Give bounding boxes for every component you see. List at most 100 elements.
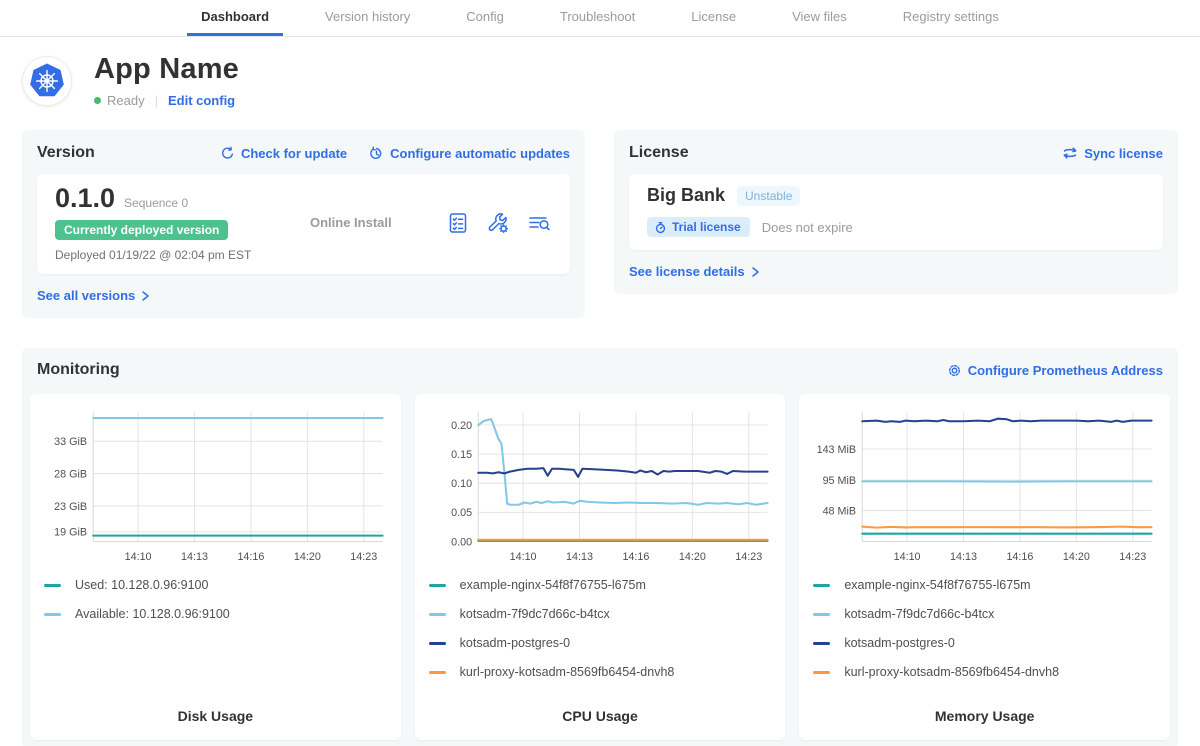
tab-registry-settings[interactable]: Registry settings: [889, 0, 1013, 36]
legend-label: kotsadm-postgres-0: [844, 636, 954, 650]
configure-automatic-updates-button[interactable]: Configure automatic updates: [369, 146, 570, 161]
tab-troubleshoot[interactable]: Troubleshoot: [546, 0, 649, 36]
svg-text:14:10: 14:10: [125, 551, 152, 563]
legend-swatch-icon: [813, 584, 830, 587]
kubernetes-icon: [27, 61, 67, 101]
tab-version-history[interactable]: Version history: [311, 0, 424, 36]
svg-text:0.20: 0.20: [451, 420, 472, 432]
cpu-usage-legend: example-nginx-54f8f76755-l675m kotsadm-7f…: [429, 578, 772, 694]
chart-title: CPU Usage: [429, 700, 772, 728]
legend-item: kotsadm-postgres-0: [813, 636, 1156, 650]
check-for-update-label: Check for update: [241, 146, 347, 161]
channel-badge: Unstable: [737, 186, 800, 206]
preflight-checks-icon[interactable]: [446, 211, 470, 235]
legend-swatch-icon: [813, 671, 830, 674]
monitoring-title: Monitoring: [37, 361, 120, 379]
svg-text:23 GiB: 23 GiB: [54, 501, 87, 513]
memory-usage-legend: example-nginx-54f8f76755-l675m kotsadm-7f…: [813, 578, 1156, 694]
divider: |: [155, 93, 158, 108]
legend-label: example-nginx-54f8f76755-l675m: [460, 578, 646, 592]
legend-swatch-icon: [813, 642, 830, 645]
currently-deployed-badge: Currently deployed version: [55, 220, 228, 240]
legend-item: example-nginx-54f8f76755-l675m: [429, 578, 772, 592]
legend-item: Used: 10.128.0.96:9100: [44, 578, 387, 592]
legend-swatch-icon: [44, 584, 61, 587]
sync-license-button[interactable]: Sync license: [1062, 146, 1163, 161]
configure-prometheus-label: Configure Prometheus Address: [968, 363, 1163, 378]
svg-text:0.05: 0.05: [451, 507, 472, 519]
license-card: License Sync license Big Bank Unstable: [614, 130, 1178, 294]
sequence-label: Sequence 0: [124, 196, 188, 210]
sync-icon: [1062, 146, 1078, 160]
edit-config-link[interactable]: Edit config: [168, 93, 235, 108]
app-logo: [22, 56, 72, 106]
legend-label: kotsadm-7f9dc7d66c-b4tcx: [844, 607, 994, 621]
version-card: Version Check for update: [22, 130, 585, 318]
status-ready-dot-icon: [94, 97, 101, 104]
license-summary-row: Big Bank Unstable Trial license Does not…: [629, 174, 1163, 250]
disk-usage-chart: 19 GiB23 GiB28 GiB33 GiB14:1014:1314:161…: [44, 404, 387, 566]
see-license-details-label: See license details: [629, 264, 745, 279]
svg-text:14:16: 14:16: [1007, 551, 1034, 563]
legend-label: Used: 10.128.0.96:9100: [75, 578, 208, 592]
legend-item: Available: 10.128.0.96:9100: [44, 607, 387, 621]
svg-text:33 GiB: 33 GiB: [54, 436, 87, 448]
deploy-logs-icon[interactable]: [526, 211, 552, 235]
legend-swatch-icon: [429, 671, 446, 674]
legend-item: kotsadm-7f9dc7d66c-b4tcx: [813, 607, 1156, 621]
svg-text:95 MiB: 95 MiB: [823, 475, 857, 487]
tab-config[interactable]: Config: [452, 0, 518, 36]
legend-label: kotsadm-7f9dc7d66c-b4tcx: [460, 607, 610, 621]
top-nav: Dashboard Version history Config Trouble…: [0, 0, 1200, 37]
svg-text:0.15: 0.15: [451, 449, 472, 461]
svg-text:48 MiB: 48 MiB: [823, 505, 857, 517]
legend-swatch-icon: [429, 584, 446, 587]
version-number: 0.1.0: [55, 183, 115, 214]
svg-text:0.10: 0.10: [451, 478, 472, 490]
page-title: App Name: [94, 53, 239, 86]
svg-text:14:13: 14:13: [181, 551, 208, 563]
customer-name: Big Bank: [647, 185, 725, 206]
app-status: Ready: [107, 93, 145, 108]
trial-license-badge: Trial license: [647, 217, 750, 237]
see-all-versions-link[interactable]: See all versions: [37, 288, 150, 303]
chart-title: Disk Usage: [44, 700, 387, 728]
tab-dashboard[interactable]: Dashboard: [187, 0, 283, 36]
stopwatch-icon: [654, 221, 667, 234]
see-license-details-link[interactable]: See license details: [629, 264, 760, 279]
version-card-title: Version: [37, 144, 95, 162]
svg-text:14:23: 14:23: [1120, 551, 1147, 563]
gear-icon: [947, 363, 962, 378]
svg-text:14:13: 14:13: [950, 551, 977, 563]
tab-view-files[interactable]: View files: [778, 0, 861, 36]
install-type-label: Online Install: [310, 215, 446, 230]
legend-item: kurl-proxy-kotsadm-8569fb6454-dnvh8: [813, 665, 1156, 679]
legend-swatch-icon: [429, 642, 446, 645]
svg-text:28 GiB: 28 GiB: [54, 468, 87, 480]
configure-automatic-updates-label: Configure automatic updates: [390, 146, 570, 161]
cpu-usage-chart-card: 0.000.050.100.150.2014:1014:1314:1614:20…: [415, 394, 786, 740]
legend-label: kurl-proxy-kotsadm-8569fb6454-dnvh8: [460, 665, 675, 679]
svg-text:14:20: 14:20: [1063, 551, 1090, 563]
legend-item: kotsadm-postgres-0: [429, 636, 772, 650]
clock-refresh-icon: [369, 146, 384, 161]
disk-usage-legend: Used: 10.128.0.96:9100 Available: 10.128.…: [44, 578, 387, 636]
trial-license-label: Trial license: [672, 220, 741, 234]
legend-item: kotsadm-7f9dc7d66c-b4tcx: [429, 607, 772, 621]
sync-license-label: Sync license: [1084, 146, 1163, 161]
legend-label: kurl-proxy-kotsadm-8569fb6454-dnvh8: [844, 665, 1059, 679]
cpu-usage-chart: 0.000.050.100.150.2014:1014:1314:1614:20…: [429, 404, 772, 566]
config-wrench-icon[interactable]: [486, 211, 510, 235]
svg-text:14:10: 14:10: [509, 551, 536, 563]
legend-item: example-nginx-54f8f76755-l675m: [813, 578, 1156, 592]
license-card-title: License: [629, 144, 689, 162]
legend-item: kurl-proxy-kotsadm-8569fb6454-dnvh8: [429, 665, 772, 679]
memory-usage-chart: 48 MiB95 MiB143 MiB14:1014:1314:1614:201…: [813, 404, 1156, 566]
check-for-update-button[interactable]: Check for update: [220, 146, 347, 161]
tab-license[interactable]: License: [677, 0, 750, 36]
app-header: App Name Ready | Edit config: [22, 53, 1178, 108]
svg-text:143 MiB: 143 MiB: [817, 444, 857, 456]
refresh-icon: [220, 146, 235, 161]
configure-prometheus-button[interactable]: Configure Prometheus Address: [947, 363, 1163, 378]
monitoring-card: Monitoring Configure Prometheus Address …: [22, 348, 1178, 746]
